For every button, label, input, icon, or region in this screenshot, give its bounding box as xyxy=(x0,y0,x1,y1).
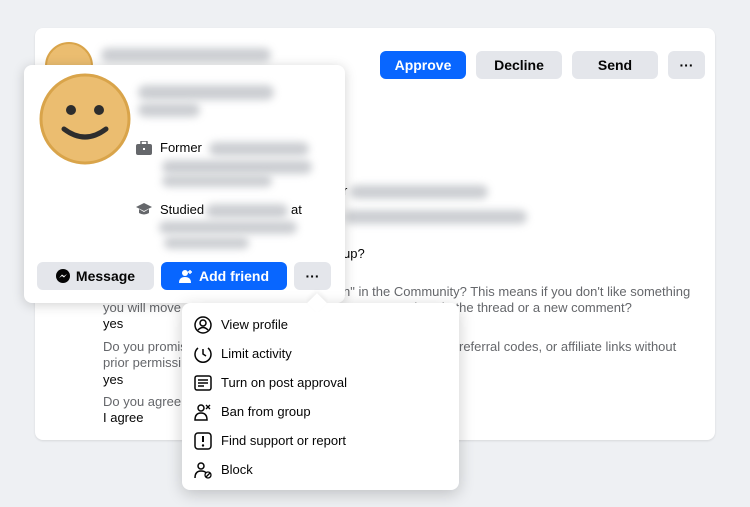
question-fragment: up? xyxy=(343,246,365,261)
approve-button[interactable]: Approve xyxy=(380,51,466,79)
question-text: referral codes, or affiliate links witho… xyxy=(459,339,677,354)
menu-item-limit-activity[interactable]: Limit activity xyxy=(182,339,459,368)
blurred-text xyxy=(162,160,312,174)
briefcase-icon xyxy=(136,140,152,155)
menu-item-label: Limit activity xyxy=(221,346,292,361)
blurred-text xyxy=(206,204,288,218)
ban-user-icon xyxy=(194,403,211,421)
profile-more-button[interactable]: ··· xyxy=(294,262,331,290)
smiley-avatar-icon[interactable] xyxy=(39,73,131,165)
education-info: Studied xyxy=(136,202,204,217)
add-friend-label: Add friend xyxy=(199,268,269,284)
user-circle-icon xyxy=(194,315,212,334)
member-name-blurred[interactable] xyxy=(101,48,271,62)
profile-actions-menu: View profile Limit activity Turn on post… xyxy=(182,303,459,490)
menu-item-label: Turn on post approval xyxy=(221,375,347,390)
education-at: at xyxy=(291,202,302,217)
profile-name-blurred[interactable] xyxy=(138,85,274,100)
answer-text: yes xyxy=(103,372,124,387)
menu-item-block[interactable]: Block xyxy=(182,455,459,484)
blurred-text xyxy=(350,185,488,199)
menu-item-label: Find support or report xyxy=(221,433,347,448)
graduation-cap-icon xyxy=(136,202,152,214)
blurred-text xyxy=(138,103,200,117)
more-options-button[interactable]: ··· xyxy=(668,51,705,79)
menu-item-find-support[interactable]: Find support or report xyxy=(182,426,459,455)
blurred-text xyxy=(345,210,527,224)
add-friend-icon xyxy=(179,270,192,283)
message-label: Message xyxy=(75,268,136,284)
menu-item-label: View profile xyxy=(221,317,288,332)
decline-button[interactable]: Decline xyxy=(476,51,562,79)
question-text: prior permissi xyxy=(103,355,182,370)
education-prefix: Studied xyxy=(160,202,205,217)
question-text: Do you agree xyxy=(103,394,182,409)
menu-item-label: Ban from group xyxy=(221,404,311,419)
work-prefix: Former xyxy=(160,140,202,155)
report-icon xyxy=(194,431,212,450)
answer-text: yes xyxy=(103,316,124,331)
messenger-icon xyxy=(55,269,70,283)
profile-hover-card: Former Studied at Message Add friend ··· xyxy=(24,65,345,303)
answer-text: I agree xyxy=(103,410,144,425)
menu-item-ban-from-group[interactable]: Ban from group xyxy=(182,397,459,426)
send-button[interactable]: Send xyxy=(572,51,658,79)
question-text: n" in the Community? This means if you d… xyxy=(343,284,691,299)
clock-limit-icon xyxy=(194,346,212,363)
message-button[interactable]: Message xyxy=(37,262,154,290)
work-info: Former xyxy=(136,140,202,155)
menu-item-view-profile[interactable]: View profile xyxy=(182,310,459,339)
post-approval-icon xyxy=(194,374,212,391)
add-friend-button[interactable]: Add friend xyxy=(161,262,287,290)
block-user-icon xyxy=(194,461,212,479)
blurred-text xyxy=(209,142,309,156)
menu-item-label: Block xyxy=(221,462,253,477)
blurred-text xyxy=(159,221,297,234)
question-text: Do you promis xyxy=(103,339,187,354)
blurred-text xyxy=(164,237,249,249)
blurred-text xyxy=(162,175,272,187)
menu-item-post-approval[interactable]: Turn on post approval xyxy=(182,368,459,397)
